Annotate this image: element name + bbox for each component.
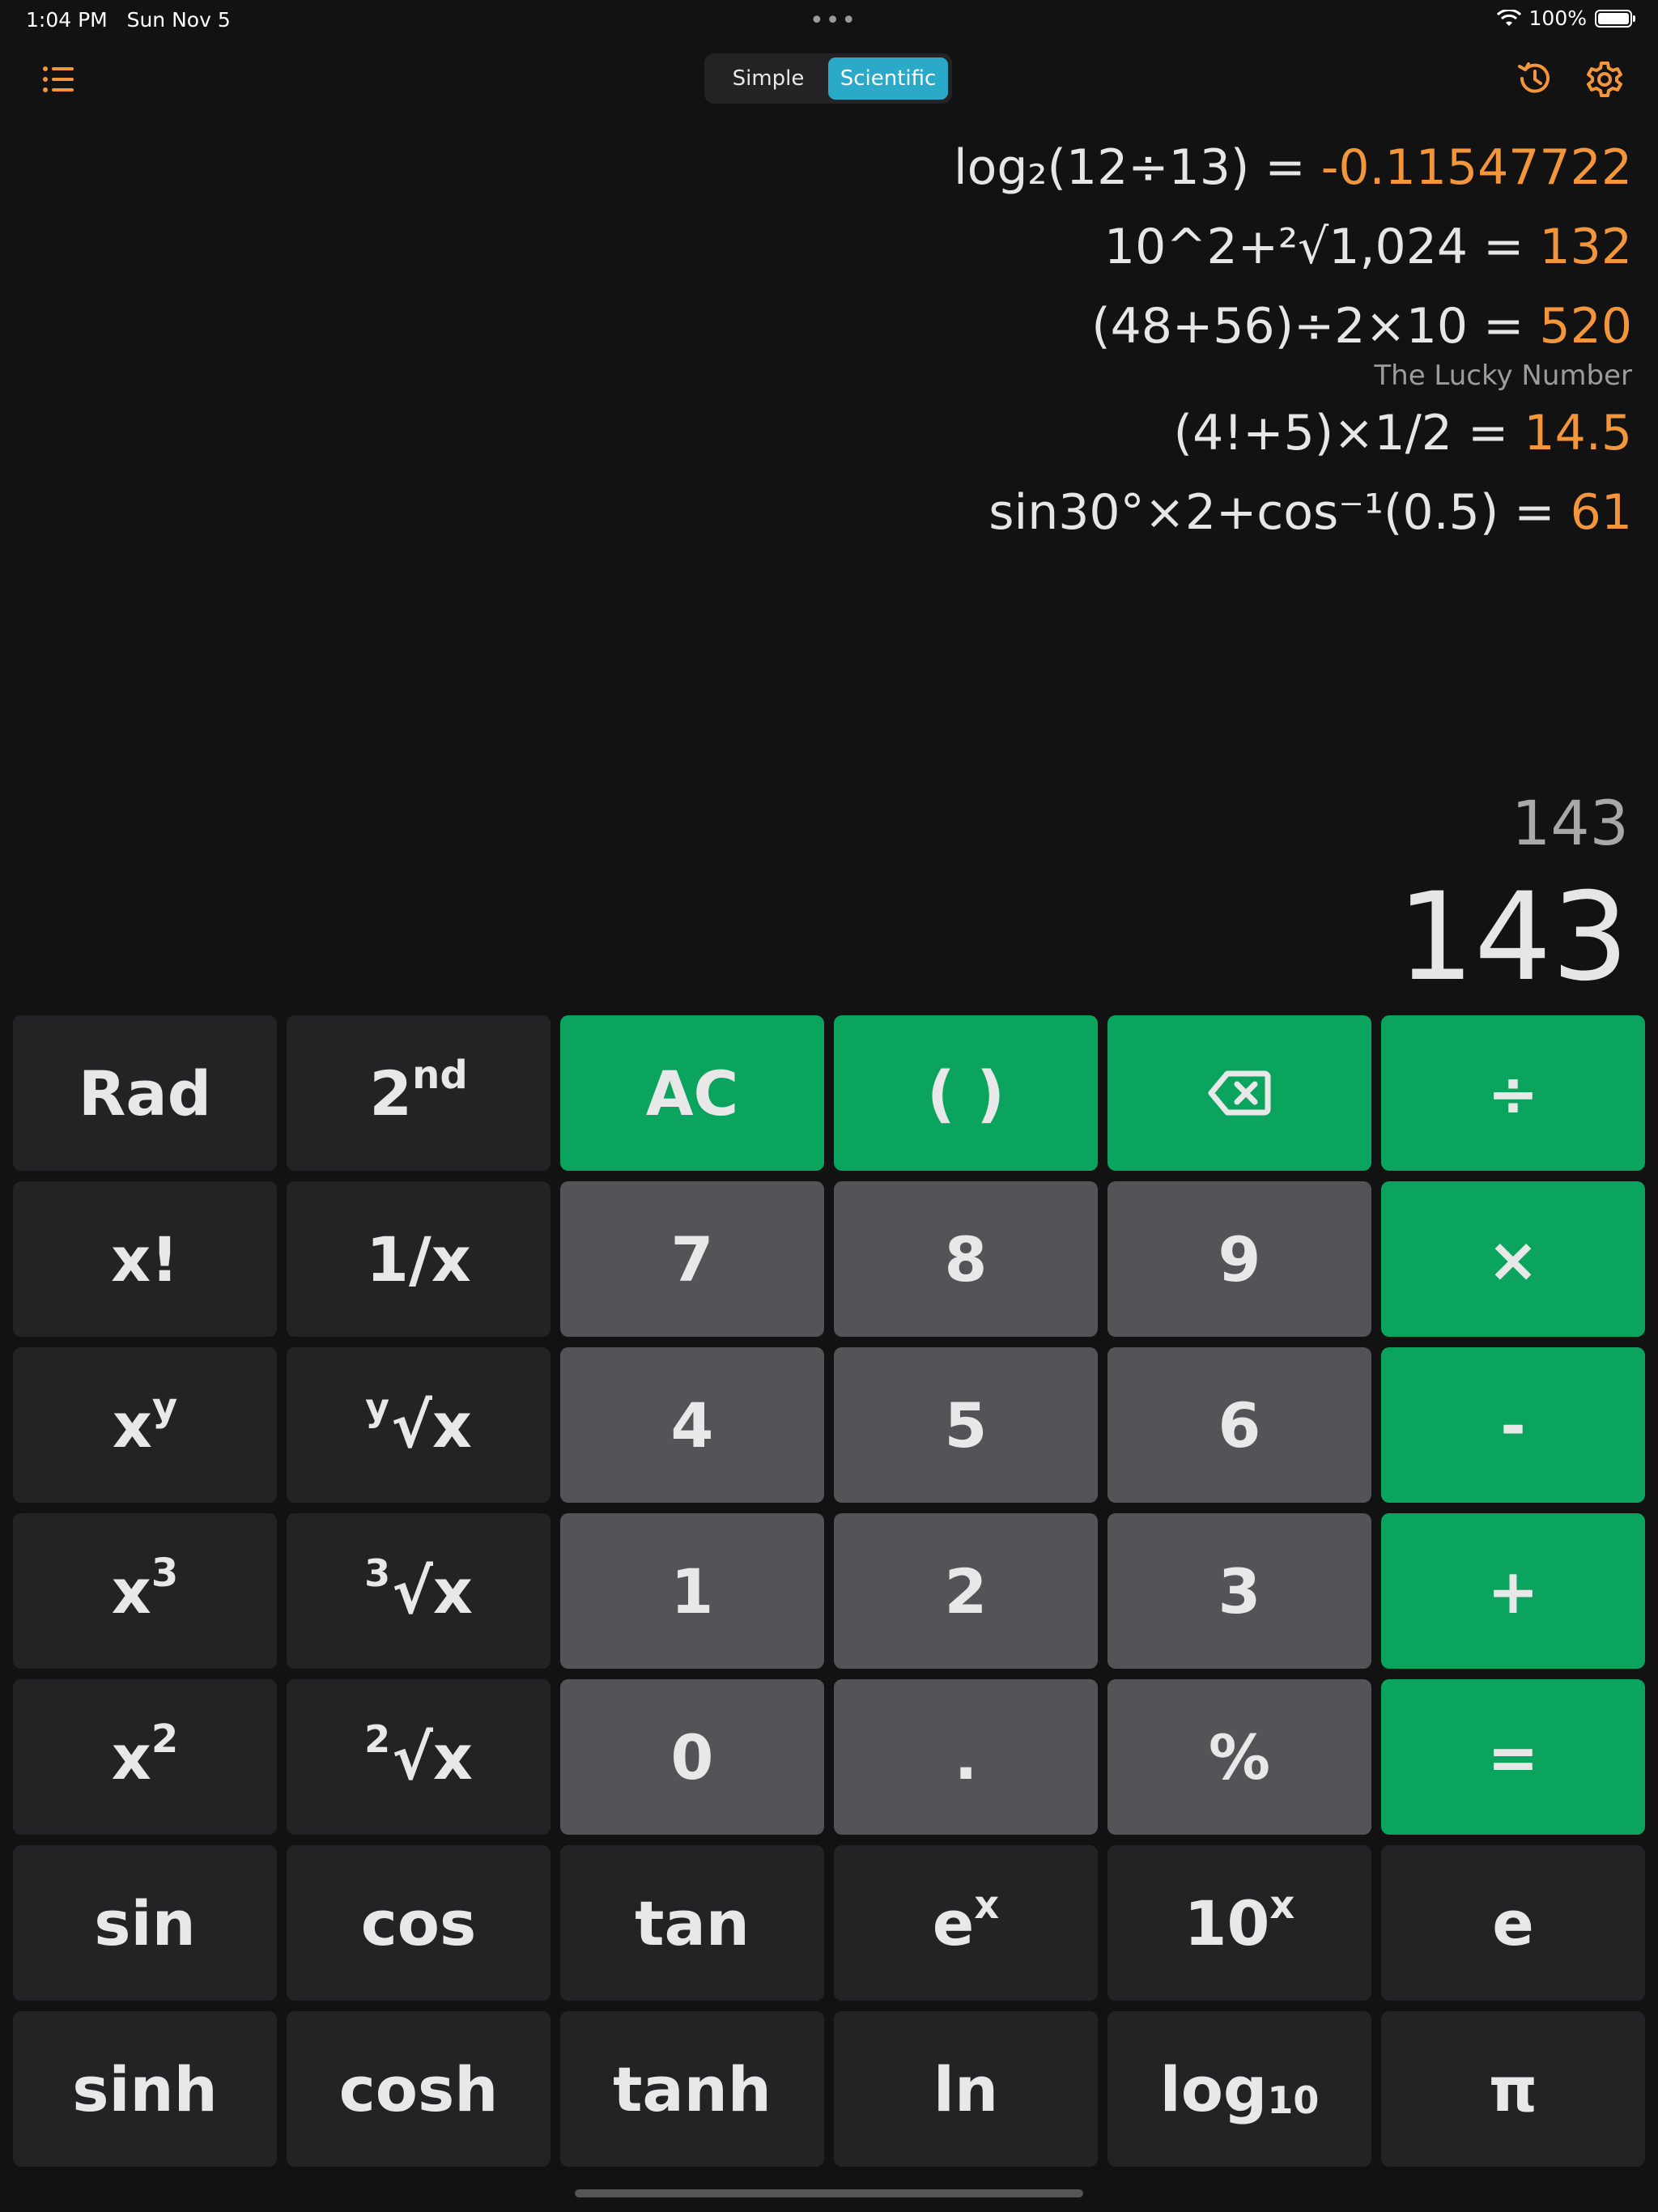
digit-0-button[interactable]: 0: [560, 1679, 824, 1835]
history-icon[interactable]: [1516, 60, 1553, 97]
digit-6-button[interactable]: 6: [1107, 1347, 1371, 1503]
reciprocal-button[interactable]: 1/x: [287, 1181, 551, 1337]
equals-button[interactable]: =: [1381, 1679, 1645, 1835]
segment-simple[interactable]: Simple: [708, 57, 828, 100]
cos-button[interactable]: cos: [287, 1845, 551, 2001]
digit-4-button[interactable]: 4: [560, 1347, 824, 1503]
home-indicator[interactable]: [575, 2189, 1083, 2197]
digit-5-button[interactable]: 5: [834, 1347, 1098, 1503]
history-entry[interactable]: (48+56)÷2×10 = 520: [418, 287, 1632, 366]
factorial-button[interactable]: x!: [13, 1181, 277, 1337]
plus-button[interactable]: +: [1381, 1513, 1645, 1669]
multiply-button[interactable]: ×: [1381, 1181, 1645, 1337]
cube-button[interactable]: x3: [13, 1513, 277, 1669]
status-bar: 1:04 PM Sun Nov 5 ••• 100%: [0, 0, 1658, 39]
digit-8-button[interactable]: 8: [834, 1181, 1098, 1337]
tan-button[interactable]: tan: [560, 1845, 824, 2001]
exp-button[interactable]: ex: [834, 1845, 1098, 2001]
digit-1-button[interactable]: 1: [560, 1513, 824, 1669]
status-indicators: 100%: [1496, 6, 1635, 30]
pi-button[interactable]: π: [1381, 2011, 1645, 2167]
current-result: 143: [1397, 867, 1629, 1008]
square-button[interactable]: x2: [13, 1679, 277, 1835]
cube-root-button[interactable]: 3 √x: [287, 1513, 551, 1669]
sinh-button[interactable]: sinh: [13, 2011, 277, 2167]
parentheses-button[interactable]: ( ): [834, 1015, 1098, 1171]
segment-scientific[interactable]: Scientific: [828, 57, 948, 100]
all-clear-button[interactable]: AC: [560, 1015, 824, 1171]
list-icon[interactable]: [42, 65, 74, 94]
power-button[interactable]: xy: [13, 1347, 277, 1503]
rad-button[interactable]: Rad: [13, 1015, 277, 1171]
ln-button[interactable]: ln: [834, 2011, 1098, 2167]
minus-button[interactable]: -: [1381, 1347, 1645, 1503]
backspace-button[interactable]: [1107, 1015, 1371, 1171]
current-expression: 143: [1511, 787, 1629, 859]
battery-percent: 100%: [1528, 6, 1587, 30]
battery-icon: [1595, 9, 1635, 28]
cosh-button[interactable]: cosh: [287, 2011, 551, 2167]
history-entry[interactable]: log₂(12÷13) = -0.11547722: [418, 128, 1632, 207]
history-entry[interactable]: (4!+5)×1/2 = 14.5: [418, 393, 1632, 473]
tanh-button[interactable]: tanh: [560, 2011, 824, 2167]
status-time: 1:04 PM Sun Nov 5: [26, 8, 231, 32]
euler-button[interactable]: e: [1381, 1845, 1645, 2001]
history-list: log₂(12÷13) = -0.11547722 10^2+²√1,024 =…: [418, 128, 1632, 552]
calculator-screen: 1:04 PM Sun Nov 5 ••• 100% Simple Scient…: [0, 0, 1658, 2212]
y-root-button[interactable]: y √x: [287, 1347, 551, 1503]
log10-button[interactable]: log 10: [1107, 2011, 1371, 2167]
divide-button[interactable]: ÷: [1381, 1015, 1645, 1171]
pow10-button[interactable]: 10 x: [1107, 1845, 1371, 2001]
square-root-button[interactable]: 2 √x: [287, 1679, 551, 1835]
second-function-button[interactable]: 2nd: [287, 1015, 551, 1171]
multitasking-dots[interactable]: •••: [810, 6, 857, 35]
digit-7-button[interactable]: 7: [560, 1181, 824, 1337]
wifi-icon: [1496, 9, 1521, 26]
gear-icon[interactable]: [1585, 60, 1624, 99]
decimal-button[interactable]: .: [834, 1679, 1098, 1835]
keypad: Rad 2nd AC ( ) ÷ x! 1/x 7 8 9 × xy y √x 4…: [13, 1015, 1645, 2167]
sin-button[interactable]: sin: [13, 1845, 277, 2001]
digit-2-button[interactable]: 2: [834, 1513, 1098, 1669]
history-entry[interactable]: sin30°×2+cos⁻¹(0.5) = 61: [418, 473, 1632, 552]
percent-button[interactable]: %: [1107, 1679, 1371, 1835]
history-entry[interactable]: 10^2+²√1,024 = 132: [418, 207, 1632, 287]
mode-segmented-control: Simple Scientific: [704, 53, 952, 104]
digit-3-button[interactable]: 3: [1107, 1513, 1371, 1669]
digit-9-button[interactable]: 9: [1107, 1181, 1371, 1337]
backspace-icon: [1208, 1070, 1271, 1116]
